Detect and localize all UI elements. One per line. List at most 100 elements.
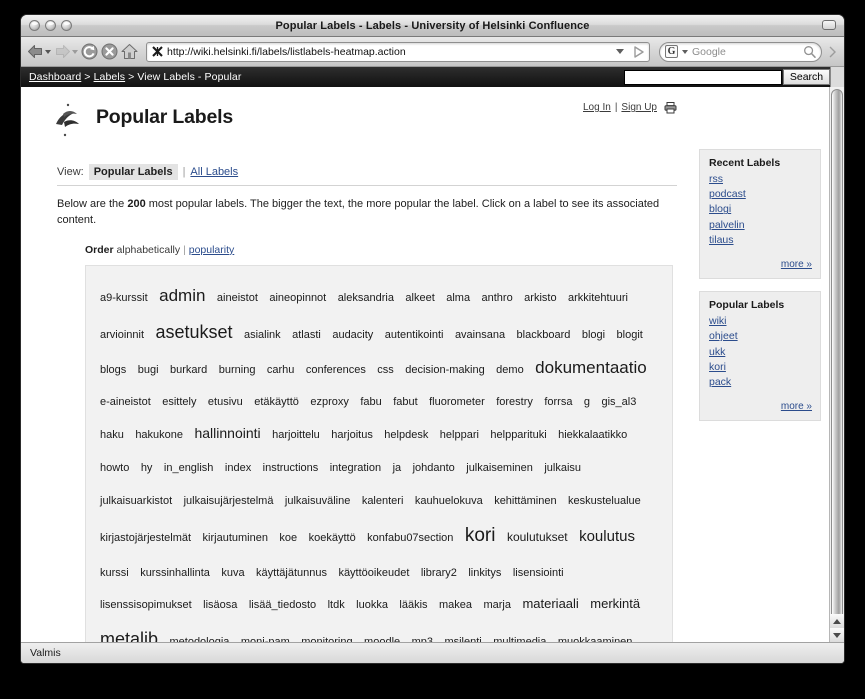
- tag-cloud-item[interactable]: käyttöoikeudet: [338, 562, 409, 585]
- close-button[interactable]: [29, 20, 40, 31]
- tag-cloud-item[interactable]: hallinnointi: [194, 419, 260, 448]
- tag-cloud-item[interactable]: instructions: [263, 457, 319, 480]
- tag-cloud-item[interactable]: kurssinhallinta: [140, 562, 210, 585]
- tag-cloud-item[interactable]: julkaisu: [544, 457, 581, 480]
- tag-cloud-item[interactable]: moodle: [364, 631, 400, 642]
- tag-cloud-item[interactable]: dokumentaatio: [535, 351, 647, 386]
- site-search-input[interactable]: [624, 69, 782, 85]
- tag-cloud-item[interactable]: julkaiseminen: [466, 457, 533, 480]
- zoom-button[interactable]: [61, 20, 72, 31]
- tag-cloud-item[interactable]: mp3: [412, 631, 433, 642]
- reload-button[interactable]: [81, 43, 98, 60]
- printer-icon[interactable]: [664, 101, 677, 114]
- tag-cloud-item[interactable]: lisenssisopimukset: [100, 594, 192, 617]
- sidebar-label-link[interactable]: pack: [709, 375, 812, 390]
- tag-cloud-item[interactable]: hy: [141, 457, 153, 480]
- sidebar-label-link[interactable]: ukk: [709, 345, 812, 360]
- tag-cloud-item[interactable]: kori: [465, 517, 496, 556]
- tag-cloud-item[interactable]: hiekkalaatikko: [558, 424, 627, 447]
- tag-cloud-item[interactable]: forrsa: [544, 391, 572, 414]
- scroll-down-button[interactable]: [830, 628, 844, 642]
- tag-cloud-item[interactable]: msilenti: [444, 631, 481, 642]
- tag-cloud-item[interactable]: burning: [219, 359, 256, 382]
- tag-cloud-item[interactable]: marja: [483, 594, 511, 617]
- tag-cloud-item[interactable]: kehittäminen: [494, 490, 556, 513]
- scroll-up-button[interactable]: [830, 614, 844, 628]
- tag-cloud-item[interactable]: carhu: [267, 359, 295, 382]
- tag-cloud-item[interactable]: helpdesk: [384, 424, 428, 447]
- tag-cloud-item[interactable]: in_english: [164, 457, 214, 480]
- tag-cloud-item[interactable]: materiaali: [522, 591, 578, 618]
- sidebar-more-link[interactable]: more »: [781, 401, 812, 412]
- tag-cloud-item[interactable]: moni-pam: [241, 631, 290, 642]
- toolbar-toggle-button[interactable]: [822, 20, 836, 30]
- tag-cloud-item[interactable]: demo: [496, 359, 524, 382]
- tag-cloud-item[interactable]: a9-kurssit: [100, 287, 148, 310]
- tag-cloud-item[interactable]: multimedia: [493, 631, 546, 642]
- tag-cloud-item[interactable]: decision-making: [405, 359, 484, 382]
- sidebar-label-link[interactable]: wiki: [709, 314, 812, 329]
- sidebar-label-link[interactable]: ohjeet: [709, 329, 812, 344]
- tag-cloud-item[interactable]: ja: [393, 457, 402, 480]
- sign-up-link[interactable]: Sign Up: [621, 102, 657, 113]
- tag-cloud-item[interactable]: muokkaaminen: [558, 631, 633, 642]
- log-in-link[interactable]: Log In: [583, 102, 611, 113]
- tag-cloud-item[interactable]: linkitys: [468, 562, 501, 585]
- tag-cloud-item[interactable]: julkaisuväline: [285, 490, 350, 513]
- tag-cloud-item[interactable]: ezproxy: [310, 391, 349, 414]
- go-button[interactable]: [632, 45, 646, 59]
- sidebar-more-link[interactable]: more »: [781, 259, 812, 270]
- scrollbar-thumb[interactable]: [831, 89, 843, 627]
- tab-popular-labels[interactable]: Popular Labels: [88, 164, 178, 180]
- sidebar-label-link[interactable]: rss: [709, 172, 812, 187]
- tag-cloud-item[interactable]: asialink: [244, 324, 281, 347]
- tag-cloud-item[interactable]: alkeet: [405, 287, 434, 310]
- tag-cloud-item[interactable]: alma: [446, 287, 470, 310]
- tag-cloud-item[interactable]: kalenteri: [362, 490, 404, 513]
- tag-cloud-item[interactable]: blogs: [100, 359, 126, 382]
- tag-cloud-item[interactable]: aineistot: [217, 287, 258, 310]
- browser-search-field[interactable]: G Google: [659, 41, 822, 62]
- minimize-button[interactable]: [45, 20, 56, 31]
- tag-cloud-item[interactable]: library2: [421, 562, 457, 585]
- tag-cloud-item[interactable]: css: [377, 359, 394, 382]
- tag-cloud-item[interactable]: avainsana: [455, 324, 505, 347]
- back-button[interactable]: [27, 44, 51, 59]
- tag-cloud-item[interactable]: fluorometer: [429, 391, 485, 414]
- sidebar-label-link[interactable]: blogi: [709, 202, 812, 217]
- sidebar-label-link[interactable]: podcast: [709, 187, 812, 202]
- page-scrollbar[interactable]: [829, 87, 844, 642]
- tag-cloud-item[interactable]: metodologia: [169, 631, 229, 642]
- tag-cloud-item[interactable]: kauhuelokuva: [415, 490, 483, 513]
- tag-cloud-item[interactable]: conferences: [306, 359, 366, 382]
- tag-cloud-item[interactable]: julkaisujärjestelmä: [184, 490, 274, 513]
- tag-cloud-item[interactable]: kuva: [221, 562, 244, 585]
- tag-cloud-item[interactable]: bugi: [138, 359, 159, 382]
- tag-cloud-item[interactable]: kurssi: [100, 562, 129, 585]
- tag-cloud-item[interactable]: lisää_tiedosto: [249, 594, 316, 617]
- tag-cloud-item[interactable]: aineopinnot: [269, 287, 326, 310]
- tag-cloud-item[interactable]: luokka: [356, 594, 388, 617]
- tag-cloud-item[interactable]: helppari: [440, 424, 479, 447]
- tag-cloud-item[interactable]: asetukset: [155, 314, 232, 351]
- tag-cloud-item[interactable]: haku: [100, 424, 124, 447]
- tag-cloud-item[interactable]: howto: [100, 457, 129, 480]
- tab-all-labels-link[interactable]: All Labels: [190, 166, 238, 178]
- tag-cloud-item[interactable]: metalib: [100, 621, 158, 642]
- tag-cloud-item[interactable]: audacity: [332, 324, 373, 347]
- tag-cloud-item[interactable]: e-aineistot: [100, 391, 151, 414]
- tag-cloud-item[interactable]: anthro: [482, 287, 513, 310]
- tag-cloud-item[interactable]: arkisto: [524, 287, 556, 310]
- tag-cloud-item[interactable]: esittely: [162, 391, 196, 414]
- stop-button[interactable]: [101, 43, 118, 60]
- tag-cloud-item[interactable]: blogi: [582, 324, 605, 347]
- tag-cloud-item[interactable]: fabu: [360, 391, 381, 414]
- tag-cloud-item[interactable]: lisäosa: [203, 594, 237, 617]
- tag-cloud-item[interactable]: monitoring: [301, 631, 352, 642]
- tag-cloud-item[interactable]: burkard: [170, 359, 207, 382]
- order-popularity-link[interactable]: popularity: [189, 244, 235, 256]
- home-button[interactable]: [121, 43, 138, 60]
- tag-cloud-item[interactable]: julkaisuarkistot: [100, 490, 172, 513]
- tag-cloud-item[interactable]: integration: [330, 457, 381, 480]
- tag-cloud-item[interactable]: koulutukset: [507, 525, 568, 550]
